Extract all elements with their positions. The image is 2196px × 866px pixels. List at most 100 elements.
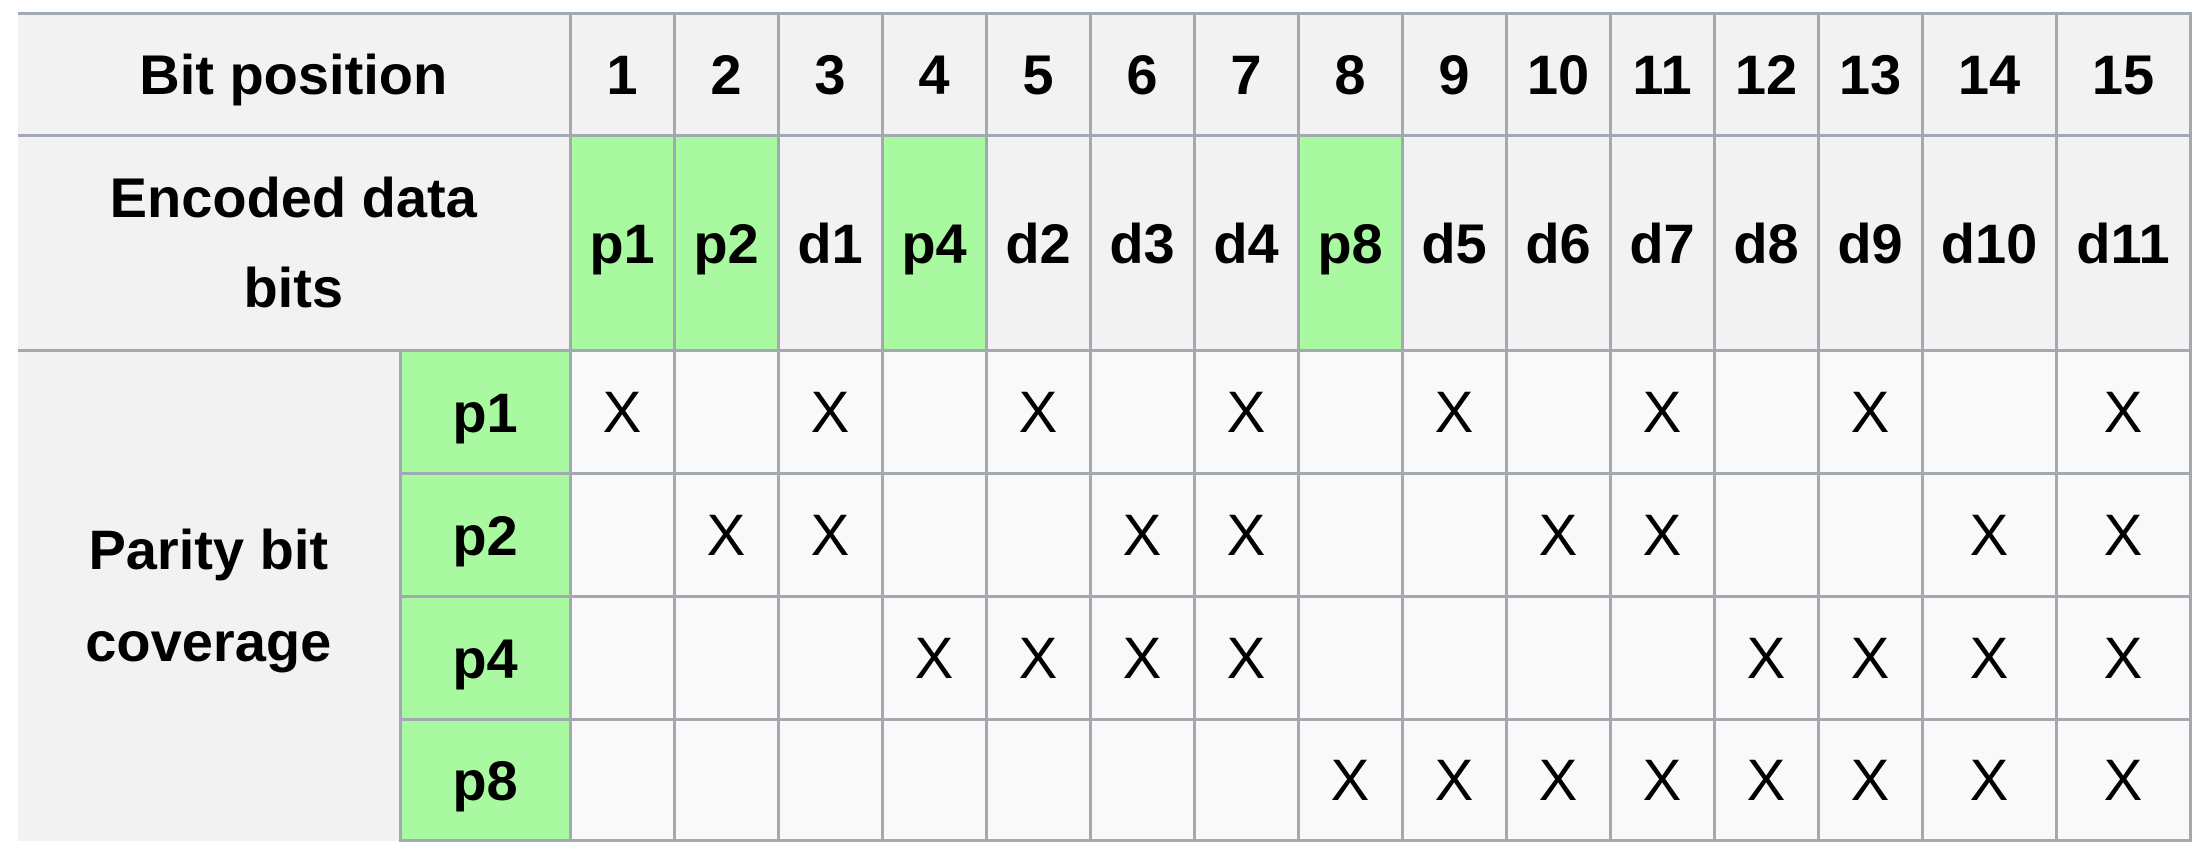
coverage-mark: X <box>1400 718 1508 842</box>
coverage-empty-cell <box>1296 472 1404 598</box>
parity-bit-cell: p4 <box>880 134 988 352</box>
bit-position-cell: 5 <box>984 12 1092 137</box>
bit-position-cell: 4 <box>880 12 988 137</box>
coverage-empty-cell <box>1504 595 1612 721</box>
coverage-empty-cell <box>1296 349 1404 475</box>
bit-position-cell: 11 <box>1608 12 1716 137</box>
bit-position-cell: 13 <box>1816 12 1924 137</box>
coverage-mark: X <box>1920 595 2058 721</box>
data-bit-cell: d4 <box>1192 134 1300 352</box>
coverage-mark: X <box>984 595 1092 721</box>
coverage-empty-cell <box>880 349 988 475</box>
coverage-mark: X <box>2054 472 2192 598</box>
coverage-empty-cell <box>1400 472 1508 598</box>
coverage-mark: X <box>1192 472 1300 598</box>
parity-bit-label: p8 <box>398 718 572 842</box>
bit-position-cell: 9 <box>1400 12 1508 137</box>
encoded-data-header: Encoded data bits <box>18 134 572 352</box>
coverage-empty-cell <box>1400 595 1508 721</box>
coverage-empty-cell <box>1504 349 1612 475</box>
coverage-empty-cell <box>1088 718 1196 842</box>
bit-position-cell: 14 <box>1920 12 2058 137</box>
coverage-empty-cell <box>672 349 780 475</box>
data-bit-cell: d2 <box>984 134 1092 352</box>
coverage-mark: X <box>1712 595 1820 721</box>
coverage-mark: X <box>1192 349 1300 475</box>
parity-bit-cell: p2 <box>672 134 780 352</box>
bit-position-cell: 8 <box>1296 12 1404 137</box>
data-bit-cell: d10 <box>1920 134 2058 352</box>
coverage-mark: X <box>568 349 676 475</box>
bit-position-cell: 7 <box>1192 12 1300 137</box>
hamming-coverage-table: Bit position 1 2 3 4 5 6 7 8 9 10 11 12 13 14 15 Encoded… <box>18 12 2192 842</box>
data-bit-cell: d8 <box>1712 134 1820 352</box>
coverage-row-p1: Parity bit coverage p1 X X X X X X X X <box>18 349 2192 841</box>
coverage-empty-cell <box>1192 718 1300 842</box>
coverage-mark: X <box>1920 718 2058 842</box>
parity-bit-label: p2 <box>398 472 572 598</box>
data-bit-cell: d7 <box>1608 134 1716 352</box>
bit-position-cell: 10 <box>1504 12 1612 137</box>
data-bit-cell: d9 <box>1816 134 1924 352</box>
coverage-empty-cell <box>1712 472 1820 598</box>
coverage-mark: X <box>1608 472 1716 598</box>
coverage-mark: X <box>776 349 884 475</box>
data-bit-cell: d3 <box>1088 134 1196 352</box>
coverage-mark: X <box>2054 595 2192 721</box>
coverage-empty-cell <box>880 472 988 598</box>
coverage-mark: X <box>1400 349 1508 475</box>
data-bit-cell: d6 <box>1504 134 1612 352</box>
coverage-empty-cell <box>1088 349 1196 475</box>
parity-bit-label: p4 <box>398 595 572 721</box>
coverage-empty-cell <box>880 718 988 842</box>
coverage-mark: X <box>1296 718 1404 842</box>
coverage-empty-cell <box>672 595 780 721</box>
coverage-empty-cell <box>568 718 676 842</box>
encoded-data-row: Encoded data bits p1 p2 d1 p4 d2 d3 d4 p8 d5 d6 d7 d… <box>18 134 2192 352</box>
coverage-empty-cell <box>776 718 884 842</box>
coverage-empty-cell <box>1816 472 1924 598</box>
coverage-mark: X <box>1816 349 1924 475</box>
coverage-mark: X <box>1608 349 1716 475</box>
coverage-empty-cell <box>984 472 1092 598</box>
bit-position-row: Bit position 1 2 3 4 5 6 7 8 9 10 11 12 13 14 15 <box>18 12 2192 137</box>
coverage-mark: X <box>2054 718 2192 842</box>
coverage-mark: X <box>1608 718 1716 842</box>
parity-bit-cell: p8 <box>1296 134 1404 352</box>
coverage-empty-cell <box>1712 349 1820 475</box>
coverage-mark: X <box>1712 718 1820 842</box>
coverage-mark: X <box>1816 718 1924 842</box>
bit-position-cell: 12 <box>1712 12 1820 137</box>
coverage-empty-cell <box>672 718 780 842</box>
parity-bit-cell: p1 <box>568 134 676 352</box>
coverage-mark: X <box>1504 472 1612 598</box>
coverage-empty-cell <box>1920 349 2058 475</box>
parity-bit-label: p1 <box>398 349 572 475</box>
bit-position-cell: 1 <box>568 12 676 137</box>
coverage-mark: X <box>776 472 884 598</box>
coverage-mark: X <box>672 472 780 598</box>
coverage-mark: X <box>1920 472 2058 598</box>
coverage-empty-cell <box>776 595 884 721</box>
coverage-empty-cell <box>1296 595 1404 721</box>
coverage-mark: X <box>1504 718 1612 842</box>
coverage-empty-cell <box>568 472 676 598</box>
coverage-mark: X <box>880 595 988 721</box>
bit-position-cell: 15 <box>2054 12 2192 137</box>
parity-coverage-header: Parity bit coverage <box>18 349 402 841</box>
bit-position-cell: 2 <box>672 12 780 137</box>
coverage-mark: X <box>1088 472 1196 598</box>
bit-position-cell: 3 <box>776 12 884 137</box>
coverage-mark: X <box>2054 349 2192 475</box>
bit-position-header: Bit position <box>18 12 572 137</box>
bit-position-cell: 6 <box>1088 12 1196 137</box>
data-bit-cell: d5 <box>1400 134 1508 352</box>
coverage-mark: X <box>1816 595 1924 721</box>
data-bit-cell: d1 <box>776 134 884 352</box>
coverage-empty-cell <box>568 595 676 721</box>
coverage-mark: X <box>984 349 1092 475</box>
data-bit-cell: d11 <box>2054 134 2192 352</box>
coverage-mark: X <box>1088 595 1196 721</box>
coverage-mark: X <box>1192 595 1300 721</box>
coverage-empty-cell <box>1608 595 1716 721</box>
